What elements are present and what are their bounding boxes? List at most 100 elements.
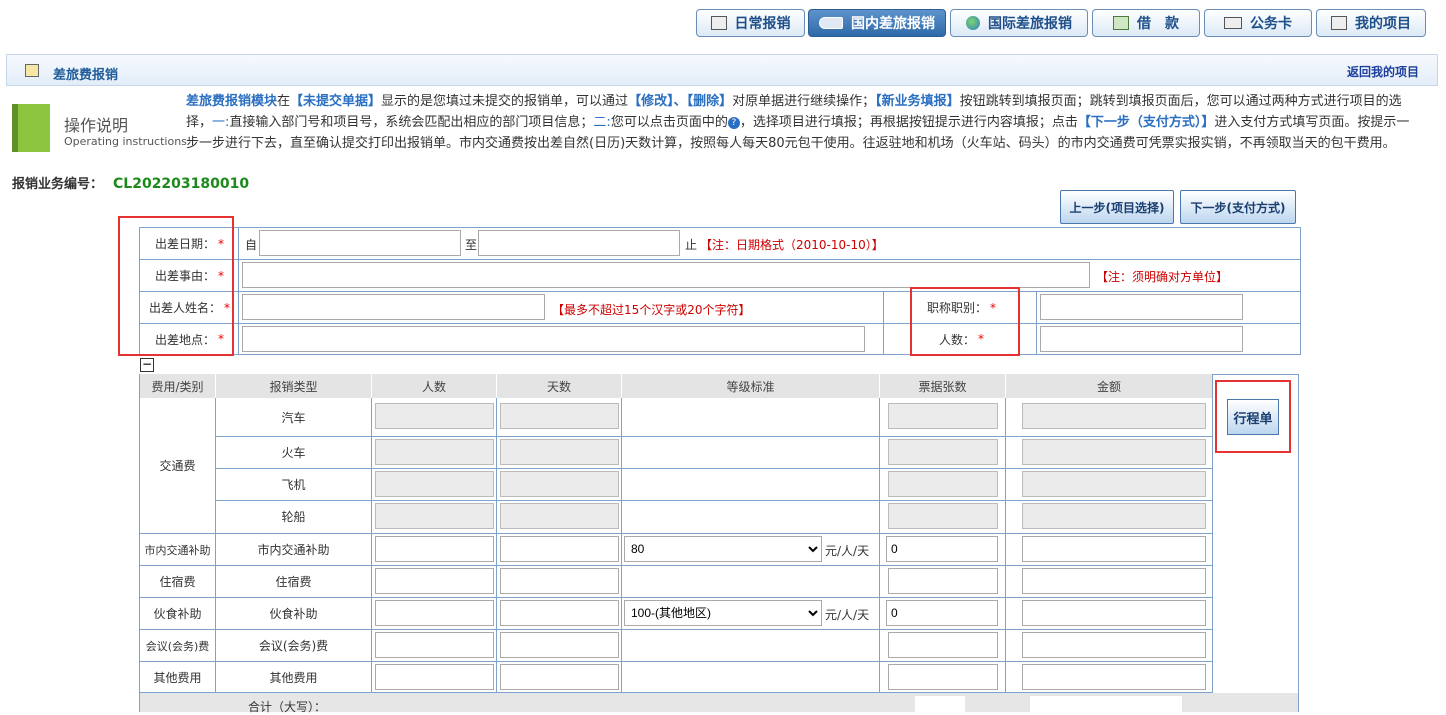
help-p4: 显示的是您填过未提交的报销单，可以通过 (381, 94, 629, 109)
form-divider-label (238, 227, 239, 355)
plane-people-input[interactable] (375, 471, 494, 497)
meeting-bills-input[interactable] (888, 632, 998, 658)
city-bills-input[interactable] (886, 536, 998, 562)
ship-bills-input[interactable] (888, 503, 998, 529)
help-p14: 【下一步（支付方式）】 (1077, 115, 1215, 130)
plane-amount-input[interactable] (1022, 471, 1206, 497)
col-amount: 金额 (1006, 374, 1213, 398)
col-standard: 等级标准 (622, 374, 880, 398)
meeting-people-input[interactable] (375, 632, 494, 658)
bus-people-input[interactable] (375, 403, 494, 429)
city-amount-input[interactable] (1022, 536, 1206, 562)
form-border-3 (139, 323, 1301, 324)
col-type: 报销类型 (216, 374, 372, 398)
plane-days-input[interactable] (500, 471, 619, 497)
prev-step-button[interactable]: 上一步(项目选择) (1060, 190, 1174, 224)
traveler-name-input[interactable] (242, 294, 545, 320)
form-border-2 (139, 291, 1301, 292)
nav-card-button[interactable]: 公务卡 (1204, 9, 1312, 37)
other-amount-input[interactable] (1022, 664, 1206, 690)
train-people-input[interactable] (375, 439, 494, 465)
bus-bills-input[interactable] (888, 403, 998, 429)
reason-note: 【注：须明确对方单位】 (1096, 270, 1229, 284)
total-bills-field (915, 696, 965, 712)
destination-input[interactable] (242, 326, 865, 352)
page-title: 差旅费报销 (53, 68, 119, 83)
type-bus: 汽车 (281, 410, 306, 425)
train-amount-input[interactable] (1022, 439, 1206, 465)
lodging-bills-input[interactable] (888, 568, 998, 594)
meeting-days-input[interactable] (500, 632, 619, 658)
city-people-input[interactable] (375, 536, 494, 562)
help-p6: 对原单据进行继续操作； (732, 94, 876, 109)
ship-people-input[interactable] (375, 503, 494, 529)
nav-international-button[interactable]: 国际差旅报销 (950, 9, 1088, 37)
meeting-amount-input[interactable] (1022, 632, 1206, 658)
nav-international-label: 国际差旅报销 (988, 16, 1072, 32)
nav-projects-button[interactable]: 我的项目 (1316, 9, 1426, 37)
lodging-category: 住宿费 (159, 575, 196, 589)
meal-standard-select[interactable]: 100-(其他地区) (624, 600, 822, 626)
nav-daily-button[interactable]: 日常报销 (696, 9, 805, 37)
lodging-days-input[interactable] (500, 568, 619, 594)
help-p9: 一: (212, 115, 230, 130)
help-p3: 【未提交单据】 (290, 94, 382, 109)
help-p2: 在 (277, 94, 291, 109)
business-number: 报销业务编号： CL202203180010 (12, 173, 249, 192)
date-to-text: 至 (465, 238, 478, 252)
collapse-toggle-button[interactable]: − (140, 358, 154, 372)
help-text: 差旅费报销模块在【未提交单据】显示的是您填过未提交的报销单，可以通过【修改】、【… (186, 91, 1422, 154)
bus-amount-input[interactable] (1022, 403, 1206, 429)
city-days-input[interactable] (500, 536, 619, 562)
help-p7: 【新业务填报】 (875, 94, 960, 109)
help-p10: 直接输入部门号和项目号，系统会匹配出相应的部门项目信息； (229, 115, 594, 130)
date-end-text: 止 (685, 238, 698, 252)
back-to-projects-link[interactable]: 返回我的项目 (1347, 63, 1419, 80)
ship-amount-input[interactable] (1022, 503, 1206, 529)
bus-days-input[interactable] (500, 403, 619, 429)
city-transport-category: 市内交通补助 (144, 543, 211, 557)
train-days-input[interactable] (500, 439, 619, 465)
type-plane: 飞机 (281, 477, 306, 492)
meal-people-input[interactable] (375, 600, 494, 626)
meal-type: 伙食补助 (269, 607, 318, 621)
city-standard-select[interactable]: 80 (624, 536, 822, 562)
form-border-right (1300, 227, 1301, 355)
date-from-input[interactable] (259, 230, 461, 256)
grid-v5 (879, 398, 880, 692)
reason-input[interactable] (242, 262, 1090, 288)
help-p12: 您可以点击页面中的 (610, 115, 728, 130)
type-train: 火车 (281, 445, 306, 460)
grid-v4 (621, 398, 622, 692)
nav-domestic-label: 国内差旅报销 (851, 16, 935, 32)
type-ship: 轮船 (281, 509, 306, 524)
meal-bills-input[interactable] (886, 600, 998, 626)
date-to-input[interactable] (478, 230, 680, 256)
other-bills-input[interactable] (888, 664, 998, 690)
nav-domestic-button[interactable]: 国内差旅报销 (808, 9, 946, 37)
name-length-note: 【最多不超过15个汉字或20个字符】 (552, 303, 751, 317)
help-subtitle: Operating instructions (64, 135, 187, 148)
meal-days-input[interactable] (500, 600, 619, 626)
form-divider-right (1036, 291, 1037, 355)
other-people-input[interactable] (375, 664, 494, 690)
train-bills-input[interactable] (888, 439, 998, 465)
col-days: 天数 (497, 374, 622, 398)
other-days-input[interactable] (500, 664, 619, 690)
nav-card-label: 公务卡 (1250, 16, 1292, 32)
section-header: 差旅费报销 返回我的项目 (6, 54, 1438, 86)
help-question-icon: ? (727, 116, 740, 129)
grid-v7 (1212, 374, 1213, 692)
help-p1: 差旅费报销模块 (186, 94, 278, 109)
ship-days-input[interactable] (500, 503, 619, 529)
date-from-text: 自 (245, 238, 258, 252)
plane-bills-input[interactable] (888, 471, 998, 497)
people-count-input[interactable] (1040, 326, 1243, 352)
lodging-people-input[interactable] (375, 568, 494, 594)
nav-loan-button[interactable]: 借 款 (1092, 9, 1200, 37)
lodging-amount-input[interactable] (1022, 568, 1206, 594)
meal-amount-input[interactable] (1022, 600, 1206, 626)
job-title-input[interactable] (1040, 294, 1243, 320)
col-bills: 票据张数 (880, 374, 1006, 398)
next-step-button[interactable]: 下一步(支付方式) (1180, 190, 1296, 224)
